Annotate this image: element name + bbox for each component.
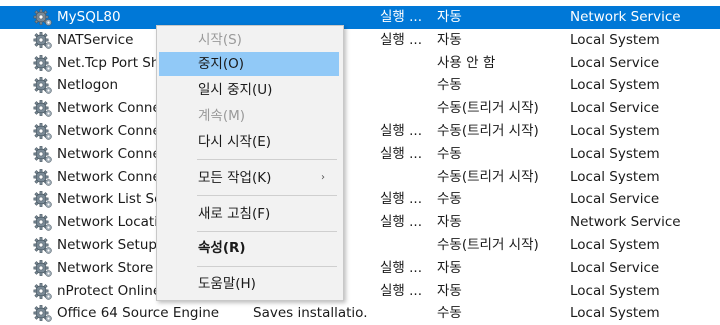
service-logon-as: Network Service [570, 9, 681, 25]
service-row[interactable]: nProtect Online ㅐ... 실행 ... 자동 Local Sys… [0, 280, 720, 303]
gear-icon [33, 236, 55, 255]
service-startup-type: 수동 [437, 305, 462, 322]
menu-item-restart[interactable]: 다시 시작(E) [159, 130, 339, 154]
menu-item-label: 새로 고침(F) [198, 206, 271, 222]
menu-item-help[interactable]: 도움말(H) [159, 272, 339, 296]
service-status: 실행 ... [380, 282, 423, 299]
service-row[interactable]: NATService 실행 ... 자동 Local System [0, 29, 720, 52]
gear-icon [33, 168, 55, 187]
menu-item-all-tasks[interactable]: 모든 작업(K) › [159, 166, 339, 190]
service-status: 실행 ... [380, 145, 423, 162]
service-status: 실행 ... [380, 191, 423, 208]
service-logon-as: Local System [570, 31, 660, 48]
service-row[interactable]: Network List Se 실행 ... 수동 Local Service [0, 188, 720, 211]
menu-item-label: 일시 중지(U) [198, 82, 273, 98]
services-list: MySQL80 실행 ... 자동 Network Service NATSer… [0, 6, 720, 325]
gear-icon [33, 54, 55, 73]
service-row[interactable]: Network Conne 네... 수동(트리거 시작) Local Syst… [0, 166, 720, 189]
service-startup-type: 수동(트리거 시작) [437, 100, 539, 117]
service-logon-as: Local System [570, 282, 660, 299]
service-status: 실행 ... [380, 259, 423, 276]
service-row[interactable]: Net.Tcp Port Sh 사용 안 함 Local Service [0, 52, 720, 75]
service-row[interactable]: Network Conne 수동(트리거 시작) Local Service [0, 97, 720, 120]
menu-item-refresh[interactable]: 새로 고침(F) [159, 202, 339, 226]
service-row[interactable]: Network Conne 선... 실행 ... 수동 Local Syste… [0, 143, 720, 166]
gear-icon [33, 99, 55, 118]
gear-icon [33, 8, 55, 27]
service-row[interactable]: Netlogon ㅐ... 수동 Local System [0, 74, 720, 97]
gear-icon [33, 304, 55, 323]
service-logon-as: Network Service [570, 214, 681, 231]
menu-item-label: 속성(R) [198, 240, 246, 256]
menu-item-properties[interactable]: 속성(R) [159, 236, 339, 260]
gear-icon [33, 282, 55, 301]
menu-separator [197, 195, 337, 196]
menu-item-label: 다시 시작(E) [198, 134, 272, 150]
service-startup-type: 수동 [437, 145, 462, 162]
service-logon-as: Local System [570, 122, 660, 139]
chevron-right-icon: › [321, 172, 325, 183]
service-row[interactable]: Network Store I 세... 실행 ... 자동 Local Ser… [0, 257, 720, 280]
service-startup-type: 자동 [437, 259, 462, 276]
menu-item-label: 모든 작업(K) [198, 170, 272, 186]
service-startup-type: 수동(트리거 시작) [437, 236, 539, 253]
menu-item-pause[interactable]: 일시 중지(U) [159, 78, 339, 102]
gear-icon [33, 76, 55, 95]
service-description: Saves installatio... [253, 305, 368, 322]
menu-separator [197, 266, 337, 267]
service-status: 실행 ... [380, 31, 423, 48]
gear-icon [33, 190, 55, 209]
service-logon-as: Local Service [570, 259, 660, 276]
service-startup-type: 자동 [437, 214, 462, 231]
service-row[interactable]: Network Conne 실행 ... 수동(트리거 시작) Local Sy… [0, 120, 720, 143]
service-logon-as: Local System [570, 145, 660, 162]
service-startup-type: 자동 [437, 282, 462, 299]
service-status: 실행 ... [380, 122, 423, 139]
menu-item-label: 중지(O) [198, 56, 244, 72]
context-menu: 시작(S) 중지(O) 일시 중지(U) 계속(M) 다시 시작(E) 모든 작… [156, 25, 344, 301]
service-startup-type: 사용 안 함 [437, 54, 496, 71]
service-startup-type: 수동(트리거 시작) [437, 122, 539, 139]
gear-icon [33, 31, 55, 50]
service-startup-type: 수동 [437, 77, 462, 94]
service-logon-as: Local System [570, 77, 660, 94]
service-status: 실행 ... [380, 214, 423, 231]
service-logon-as: Local System [570, 305, 660, 322]
service-logon-as: Local System [570, 168, 660, 185]
gear-icon [33, 122, 55, 141]
menu-item-resume[interactable]: 계속(M) [159, 104, 339, 128]
service-logon-as: Local System [570, 236, 660, 253]
service-row[interactable]: MySQL80 실행 ... 자동 Network Service [0, 6, 720, 29]
service-startup-type: 자동 [437, 9, 462, 25]
service-startup-type: 자동 [437, 31, 462, 48]
menu-item-stop[interactable]: 중지(O) [159, 52, 339, 76]
gear-icon [33, 213, 55, 232]
service-logon-as: Local Service [570, 100, 660, 117]
service-logon-as: Local Service [570, 191, 660, 208]
service-row[interactable]: Network Setup 수동(트리거 시작) Local System [0, 234, 720, 257]
menu-item-label: 계속(M) [198, 108, 246, 124]
service-startup-type: 수동(트리거 시작) [437, 168, 539, 185]
service-startup-type: 수동 [437, 191, 462, 208]
gear-icon [33, 145, 55, 164]
menu-separator [197, 231, 337, 232]
gear-icon [33, 259, 55, 278]
service-row[interactable]: Network Locatio 실행 ... 자동 Network Servic… [0, 211, 720, 234]
service-row[interactable]: Office 64 Source Engine Saves installati… [0, 302, 720, 325]
menu-item-label: 도움말(H) [198, 276, 256, 292]
service-name: Office 64 Source Engine [57, 305, 220, 322]
service-status: 실행 ... [380, 9, 423, 25]
menu-item-label: 시작(S) [198, 32, 242, 48]
service-logon-as: Local Service [570, 54, 660, 71]
menu-item-start[interactable]: 시작(S) [159, 28, 339, 52]
menu-separator [197, 159, 337, 160]
